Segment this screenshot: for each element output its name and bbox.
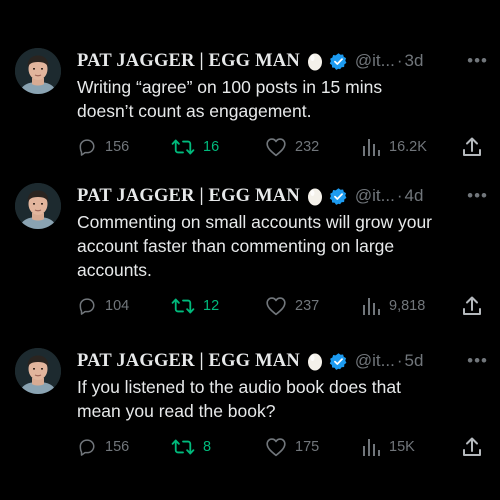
- reply-button[interactable]: 104: [77, 296, 129, 316]
- reply-button[interactable]: 156: [77, 437, 129, 457]
- reply-icon: [77, 296, 97, 316]
- action-bar: 156 16 232 16.2K: [0, 137, 500, 159]
- tweet-text-line: If you listened to the audio book does t…: [77, 377, 401, 397]
- like-button[interactable]: 232: [265, 137, 319, 157]
- author-name[interactable]: PAT JAGGER | EGG MAN: [77, 351, 300, 372]
- tweet-text: Writing “agree” on 100 posts in 15 mins d…: [77, 75, 487, 123]
- tweet-feed: PAT JAGGER | EGG MAN @it... · 3d ••• Writing …: [0, 0, 500, 500]
- egg-icon: [307, 51, 323, 71]
- reply-button[interactable]: 156: [77, 137, 129, 157]
- views-count: 16.2K: [389, 139, 427, 155]
- dot-separator: ·: [396, 186, 403, 205]
- reply-icon: [77, 137, 97, 157]
- like-button[interactable]: 237: [265, 296, 319, 316]
- like-icon: [265, 296, 287, 316]
- avatar[interactable]: [15, 48, 61, 94]
- like-icon: [265, 437, 287, 457]
- retweet-icon: [171, 137, 195, 157]
- tweet-text-line: account faster than commenting on large: [77, 236, 395, 256]
- views-count: 9,818: [389, 298, 426, 314]
- dot-separator: ·: [396, 51, 403, 70]
- verified-badge-icon: [329, 352, 348, 371]
- tweet-header: PAT JAGGER | EGG MAN @it... · 5d •••: [77, 348, 488, 374]
- share-icon: [462, 436, 482, 458]
- author-name[interactable]: PAT JAGGER | EGG MAN: [77, 186, 300, 207]
- share-icon: [462, 295, 482, 317]
- avatar[interactable]: [15, 183, 61, 229]
- author-handle[interactable]: @it...: [355, 186, 395, 206]
- egg-icon: [307, 186, 323, 206]
- egg-icon: [307, 351, 323, 371]
- reply-icon: [77, 437, 97, 457]
- retweets-count: 16: [203, 139, 220, 155]
- avatar[interactable]: [15, 348, 61, 394]
- timestamp[interactable]: 4d: [405, 186, 424, 206]
- retweet-button[interactable]: 12: [171, 296, 219, 316]
- more-icon[interactable]: •••: [467, 351, 488, 371]
- views-icon: [361, 296, 381, 316]
- like-button[interactable]: 175: [265, 437, 319, 457]
- author-handle[interactable]: @it...: [355, 51, 395, 71]
- tweet-text: Commenting on small accounts will grow y…: [77, 210, 487, 282]
- tweet-text-line: doesn’t count as engagement.: [77, 101, 312, 121]
- action-bar: 156 8 175 15K: [0, 437, 500, 459]
- likes-count: 232: [295, 139, 320, 155]
- retweet-button[interactable]: 8: [171, 437, 211, 457]
- tweet-text-line: Writing “agree” on 100 posts in 15 mins: [77, 77, 383, 97]
- views-icon: [361, 137, 381, 157]
- verified-badge-icon: [329, 187, 348, 206]
- timestamp[interactable]: 5d: [405, 351, 424, 371]
- dot-separator: ·: [396, 351, 403, 370]
- tweet-text-line: Commenting on small accounts will grow y…: [77, 212, 432, 232]
- views-button[interactable]: 15K: [361, 437, 415, 457]
- replies-count: 156: [105, 439, 130, 455]
- tweet-text-line: accounts.: [77, 260, 152, 280]
- tweet-text-line: mean you read the book?: [77, 401, 276, 421]
- share-button[interactable]: [462, 436, 482, 458]
- retweets-count: 8: [203, 439, 212, 455]
- share-icon: [462, 136, 482, 158]
- author-name[interactable]: PAT JAGGER | EGG MAN: [77, 51, 300, 72]
- action-bar: 104 12 237 9,818: [0, 296, 500, 318]
- retweets-count: 12: [203, 298, 220, 314]
- views-count: 15K: [389, 439, 415, 455]
- likes-count: 237: [295, 298, 320, 314]
- more-icon[interactable]: •••: [467, 51, 488, 71]
- views-button[interactable]: 9,818: [361, 296, 425, 316]
- tweet-header: PAT JAGGER | EGG MAN @it... · 3d •••: [77, 48, 488, 74]
- tweet-header: PAT JAGGER | EGG MAN @it... · 4d •••: [77, 183, 488, 209]
- timestamp[interactable]: 3d: [405, 51, 424, 71]
- share-button[interactable]: [462, 136, 482, 158]
- more-icon[interactable]: •••: [467, 186, 488, 206]
- replies-count: 156: [105, 139, 130, 155]
- author-handle[interactable]: @it...: [355, 351, 395, 371]
- verified-badge-icon: [329, 52, 348, 71]
- likes-count: 175: [295, 439, 320, 455]
- views-button[interactable]: 16.2K: [361, 137, 427, 157]
- tweet-text: If you listened to the audio book does t…: [77, 375, 487, 423]
- retweet-icon: [171, 296, 195, 316]
- retweet-icon: [171, 437, 195, 457]
- share-button[interactable]: [462, 295, 482, 317]
- views-icon: [361, 437, 381, 457]
- like-icon: [265, 137, 287, 157]
- replies-count: 104: [105, 298, 130, 314]
- retweet-button[interactable]: 16: [171, 137, 219, 157]
